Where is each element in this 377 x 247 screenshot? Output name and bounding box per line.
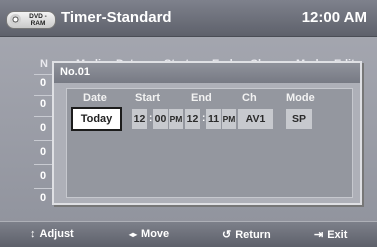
dialog-body: Date Start End Ch Mode Today 12 : 00 PM … <box>66 88 353 198</box>
list-row-number: 0 <box>40 98 47 110</box>
start-ampm-field[interactable]: PM <box>169 109 183 129</box>
title-bar: DVD -RAM Timer-Standard 12:00 AM <box>0 0 377 37</box>
channel-field[interactable]: AV1 <box>238 109 273 129</box>
dialog-header: No.01 <box>54 63 360 83</box>
disc-type-badge: DVD -RAM <box>6 11 56 29</box>
date-field[interactable]: Today <box>71 107 122 131</box>
exit-door-icon: ⇥ <box>314 229 324 241</box>
column-start-label: Start <box>135 92 161 104</box>
clock: 12:00 AM <box>301 9 367 26</box>
hint-move: ◂▸ Move <box>129 228 169 240</box>
mode-field[interactable]: SP <box>286 109 312 129</box>
column-end-label: End <box>191 92 212 104</box>
time-separator: : <box>149 113 153 124</box>
page-title: Timer-Standard <box>61 9 172 26</box>
column-date-label: Date <box>83 92 107 104</box>
hint-exit: ⇥ Exit <box>314 228 347 241</box>
hint-exit-label: Exit <box>327 229 348 241</box>
list-row-number: 0 <box>40 170 47 182</box>
list-header-number: N <box>40 58 48 70</box>
column-mode-label: Mode <box>286 92 315 104</box>
hint-adjust: ↕ Adjust <box>30 228 74 240</box>
dialog-title: No.01 <box>60 66 90 78</box>
end-minute-field[interactable]: 11 <box>206 109 221 129</box>
screen: DVD -RAM Timer-Standard 12:00 AM N Media… <box>0 0 377 247</box>
timer-edit-dialog: No.01 Date Start End Ch Mode Today 12 : … <box>52 61 362 205</box>
disc-icon <box>10 14 21 25</box>
start-hour-field[interactable]: 12 <box>132 109 147 129</box>
return-arrow-icon: ↺ <box>222 229 232 241</box>
hint-move-label: Move <box>141 228 170 240</box>
list-row-number: 0 <box>40 146 47 158</box>
list-row-number: 0 <box>40 192 47 204</box>
up-down-arrows-icon: ↕ <box>30 228 36 240</box>
end-hour-field[interactable]: 12 <box>185 109 200 129</box>
hint-return: ↺ Return <box>222 228 271 241</box>
left-right-arrows-icon: ◂▸ <box>129 230 138 239</box>
time-separator: : <box>202 113 206 124</box>
hint-adjust-label: Adjust <box>39 228 74 240</box>
start-minute-field[interactable]: 00 <box>153 109 168 129</box>
button-guide-bar: ↕ Adjust ◂▸ Move ↺ Return ⇥ Exit <box>0 221 377 247</box>
column-ch-label: Ch <box>242 92 257 104</box>
end-ampm-field[interactable]: PM <box>222 109 236 129</box>
disc-type-label: DVD -RAM <box>29 13 47 27</box>
list-row-number: 0 <box>40 122 47 134</box>
list-row-number: 0 <box>40 77 47 89</box>
hint-return-label: Return <box>235 229 271 241</box>
